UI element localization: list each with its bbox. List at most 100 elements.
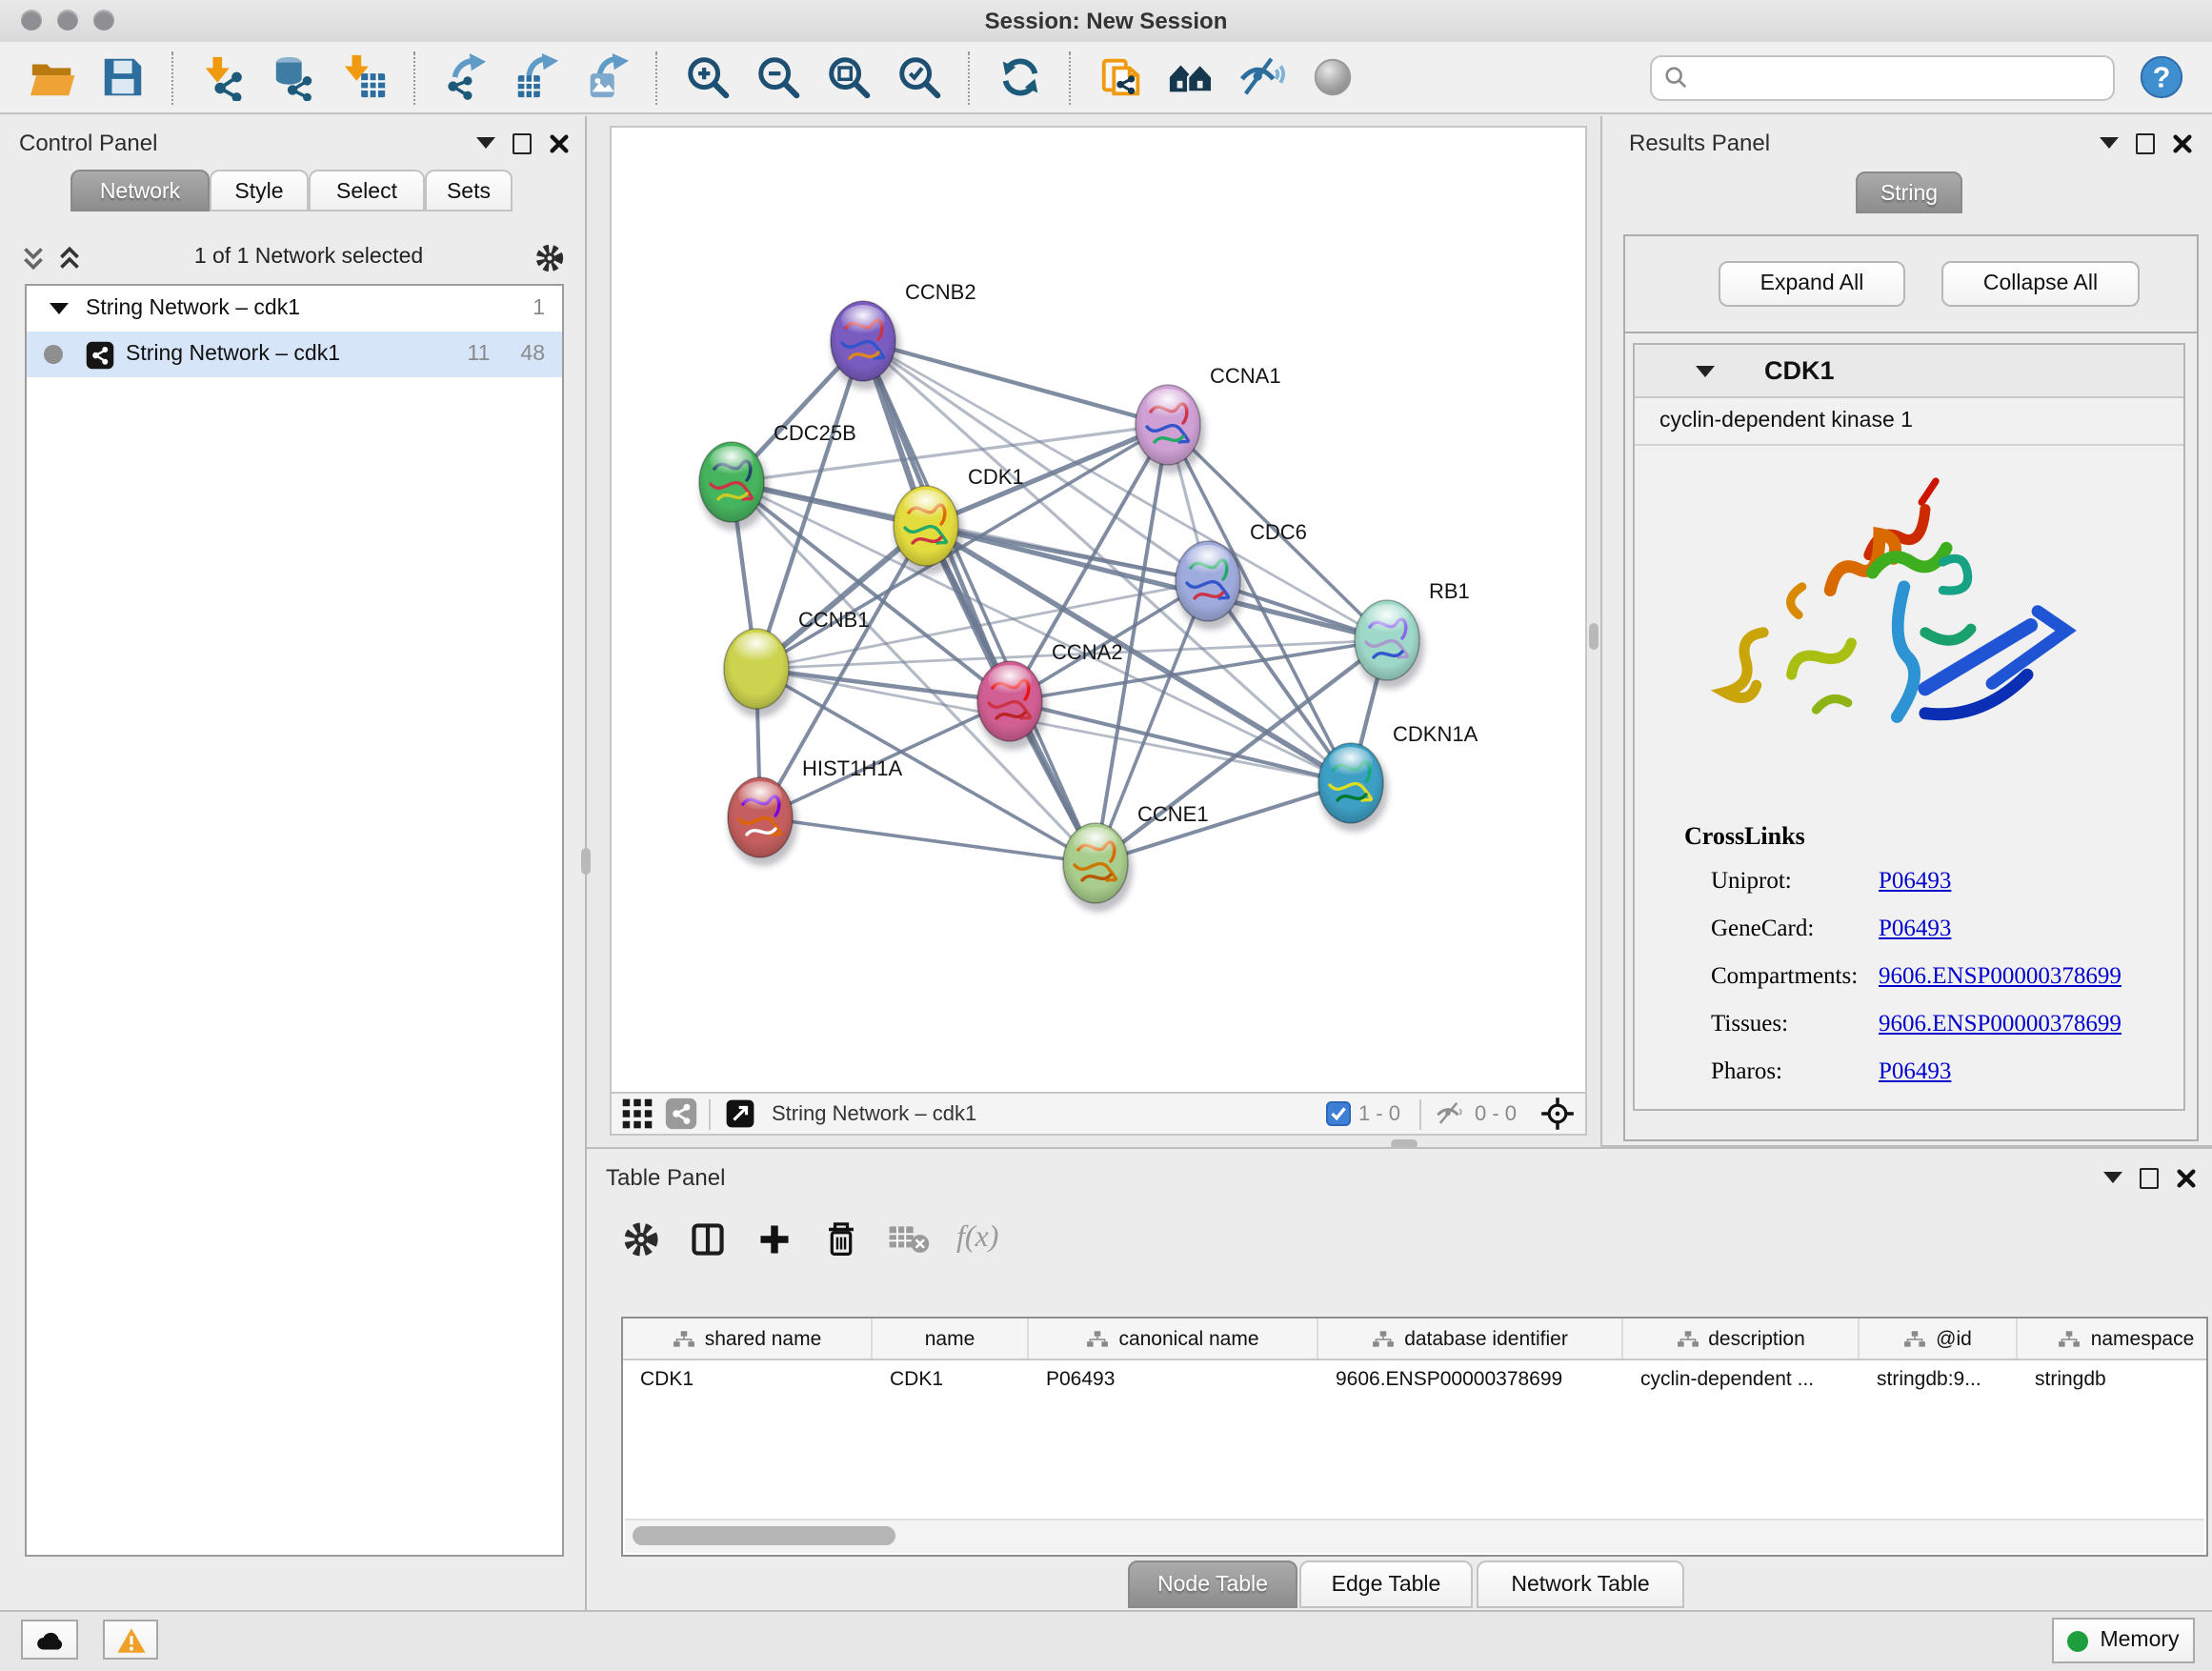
panel-close-icon[interactable] <box>2176 1167 2197 1188</box>
network-node-RB1[interactable] <box>1355 600 1424 689</box>
clone-network-icon[interactable] <box>1092 49 1149 106</box>
panel-menu-icon[interactable] <box>2103 1172 2122 1183</box>
network-edge-CDKN1A-CCNE1[interactable] <box>1096 783 1351 863</box>
scrollbar-thumb[interactable] <box>633 1526 895 1545</box>
status-bar: Memory <box>0 1610 2212 1671</box>
network-node-CCNA1[interactable] <box>1136 385 1205 473</box>
save-session-icon[interactable] <box>93 49 151 106</box>
network-edge-count: 48 <box>520 343 545 366</box>
network-grid-view-icon[interactable] <box>621 1097 654 1130</box>
column-header-database-identifier[interactable]: database identifier <box>1318 1319 1623 1359</box>
column-header-namespace[interactable]: namespace <box>2018 1319 2208 1359</box>
table-settings-gear-icon[interactable] <box>621 1218 661 1258</box>
export-table-icon[interactable] <box>507 49 564 106</box>
network-row-selected[interactable]: String Network – cdk1 11 48 <box>27 332 562 377</box>
search-input[interactable] <box>1688 58 2101 96</box>
selected-checkbox-icon[interactable] <box>1326 1101 1351 1126</box>
string-view-icon[interactable] <box>665 1097 697 1130</box>
network-node-CDK1[interactable] <box>894 486 963 574</box>
panel-menu-icon[interactable] <box>2100 137 2119 149</box>
create-column-icon[interactable] <box>754 1218 794 1258</box>
collapse-all-button[interactable]: Collapse All <box>1941 261 2140 307</box>
network-tree: String Network – cdk1 1 String Network –… <box>25 284 564 1557</box>
column-header-name[interactable]: name <box>873 1319 1029 1359</box>
import-table-icon[interactable] <box>335 49 392 106</box>
show-columns-icon[interactable] <box>688 1218 728 1258</box>
crosslink-value-link[interactable]: P06493 <box>1879 915 1951 943</box>
tab-string[interactable]: String <box>1856 171 1962 213</box>
collapse-all-tree-icon[interactable] <box>19 243 48 272</box>
panel-close-icon[interactable] <box>2172 132 2193 153</box>
right-splitter-handle[interactable] <box>1589 623 1599 650</box>
network-node-HIST1H1A[interactable] <box>728 777 797 866</box>
import-network-database-icon[interactable] <box>265 49 322 106</box>
memory-button[interactable]: Memory <box>2052 1618 2195 1663</box>
warnings-button[interactable] <box>103 1620 158 1660</box>
crosslink-value-link[interactable]: P06493 <box>1879 867 1951 896</box>
tab-sets[interactable]: Sets <box>425 170 513 211</box>
panel-close-icon[interactable] <box>549 132 570 153</box>
expand-all-button[interactable]: Expand All <box>1719 261 1905 307</box>
column-label: name <box>925 1327 975 1350</box>
network-node-CDKN1A[interactable] <box>1318 743 1388 832</box>
level-of-detail-icon[interactable] <box>1303 49 1360 106</box>
minimize-window-icon[interactable] <box>57 10 78 30</box>
gene-card-header[interactable]: CDK1 <box>1635 345 2183 398</box>
collection-expander-icon[interactable] <box>50 303 69 314</box>
export-network-icon[interactable] <box>436 49 493 106</box>
panel-float-icon[interactable] <box>2140 1167 2159 1188</box>
toolbar-divider <box>655 50 659 104</box>
network-collection-row[interactable]: String Network – cdk1 1 <box>27 286 562 332</box>
zoom-out-icon[interactable] <box>749 49 806 106</box>
detach-view-icon[interactable] <box>724 1097 756 1130</box>
tab-node-table[interactable]: Node Table <box>1128 1560 1297 1608</box>
delete-columns-icon[interactable] <box>821 1218 861 1258</box>
crosslink-value-link[interactable]: 9606.ENSP00000378699 <box>1879 1010 2122 1038</box>
panel-float-icon[interactable] <box>2136 132 2155 153</box>
birds-eye-toggle-icon[interactable] <box>1539 1096 1576 1132</box>
expand-all-tree-icon[interactable] <box>55 243 84 272</box>
network-canvas[interactable]: CCNB2CCNA1CDC25BCDK1CDC6RB1CCNB1CCNA2CDK… <box>610 126 1587 1094</box>
left-splitter-handle[interactable] <box>581 848 591 875</box>
zoom-in-icon[interactable] <box>678 49 735 106</box>
zoom-selected-icon[interactable] <box>890 49 947 106</box>
open-file-icon[interactable] <box>23 49 80 106</box>
tab-network[interactable]: Network <box>70 170 210 211</box>
network-edge-HIST1H1A-CCNE1[interactable] <box>760 817 1096 863</box>
import-network-file-icon[interactable] <box>194 49 251 106</box>
tab-style[interactable]: Style <box>210 170 309 211</box>
network-options-gear-icon[interactable] <box>533 241 566 273</box>
memory-status-dot <box>2067 1630 2088 1651</box>
hide-graphics-details-icon[interactable] <box>1233 49 1290 106</box>
panel-float-icon[interactable] <box>513 132 532 153</box>
tab-select[interactable]: Select <box>309 170 425 211</box>
search-field[interactable] <box>1650 54 2115 100</box>
panel-menu-icon[interactable] <box>476 137 495 149</box>
close-window-icon[interactable] <box>21 10 42 30</box>
network-node-CCNB1[interactable] <box>724 629 794 717</box>
zoom-window-icon[interactable] <box>93 10 114 30</box>
column-header-id[interactable]: @id <box>1860 1319 2018 1359</box>
network-node-CCNE1[interactable] <box>1063 823 1133 912</box>
column-header-description[interactable]: description <box>1623 1319 1860 1359</box>
table-horizontal-scrollbar[interactable] <box>625 1519 2204 1553</box>
crosslink-value-link[interactable]: 9606.ENSP00000378699 <box>1879 962 2122 991</box>
network-home-icon[interactable] <box>1162 49 1219 106</box>
network-node-CCNA2[interactable] <box>977 661 1047 750</box>
export-image-icon[interactable] <box>577 49 634 106</box>
help-icon[interactable]: ? <box>2138 53 2185 101</box>
cloud-status-button[interactable] <box>21 1620 78 1660</box>
zoom-fit-icon[interactable] <box>819 49 876 106</box>
column-header-shared-name[interactable]: shared name <box>623 1319 873 1359</box>
tab-network-table[interactable]: Network Table <box>1477 1560 1684 1608</box>
apply-layout-icon[interactable] <box>991 49 1048 106</box>
gene-expander-icon[interactable] <box>1696 365 1715 376</box>
shared-column-icon <box>1372 1329 1395 1348</box>
network-view-title: String Network – cdk1 <box>772 1102 1326 1125</box>
network-node-CCNB2[interactable] <box>831 301 900 390</box>
column-header-canonical-name[interactable]: canonical name <box>1029 1319 1318 1359</box>
column-label: database identifier <box>1404 1327 1568 1350</box>
crosslink-value-link[interactable]: P06493 <box>1879 1057 1951 1086</box>
tab-edge-table[interactable]: Edge Table <box>1299 1560 1473 1608</box>
table-row[interactable]: CDK1CDK1P064939606.ENSP00000378699cyclin… <box>623 1360 2206 1400</box>
